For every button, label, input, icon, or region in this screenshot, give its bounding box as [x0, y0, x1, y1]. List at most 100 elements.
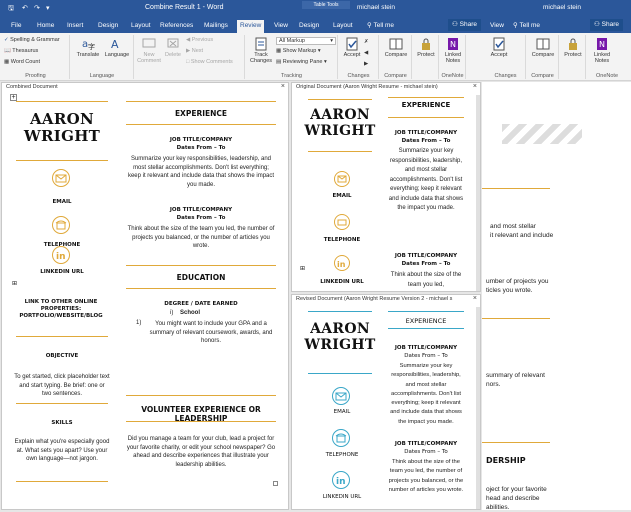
tab-table-layout[interactable]: Layout: [330, 20, 356, 33]
changes-right-group-label: Changes: [494, 73, 517, 79]
original-scrollbar[interactable]: [476, 95, 480, 291]
markup-dropdown[interactable]: All Markup ▾: [276, 37, 336, 45]
background-pattern: [502, 124, 582, 144]
background-text-1: and most stellar it relevant and include: [490, 223, 554, 239]
table-move-handle-icon[interactable]: +: [10, 94, 17, 101]
original-name: AARON WRIGHT: [302, 107, 378, 139]
original-job1-title: JOB TITLE/COMPANY: [394, 130, 458, 136]
revised-last-name: WRIGHT: [304, 337, 376, 353]
combined-edu-bottom-rule: [126, 288, 276, 289]
compare-icon: [389, 38, 403, 50]
revised-job1-text[interactable]: Summarize your key responsibilities, lea…: [388, 362, 464, 427]
tell-me-right[interactable]: ⚲ Tell me: [510, 20, 543, 33]
original-plus-icon[interactable]: ⊞: [300, 265, 305, 272]
translate-button[interactable]: a字 Translate: [74, 37, 102, 58]
word-count-button[interactable]: ▦ Word Count: [4, 59, 40, 65]
customize-qat-icon[interactable]: ▾: [46, 4, 50, 12]
reviewing-pane-button[interactable]: ▤ Reviewing Pane ▾: [276, 59, 327, 65]
combined-volunteer-text[interactable]: Did you manage a team for your club, lea…: [126, 435, 276, 469]
group-onenote-right: N Linked Notes OneNote: [587, 35, 627, 79]
original-document-pane[interactable]: Original Document (Aaron Wright Resume -…: [291, 82, 481, 292]
group-protect-right: Protect: [560, 35, 586, 79]
delete-comment-label: Delete: [165, 52, 181, 58]
revised-first-name: AARON: [310, 321, 370, 337]
combined-pane-title: Combined Document: [6, 84, 58, 90]
table-resize-handle[interactable]: [273, 481, 278, 486]
linked-notes-right-label: Linked Notes: [593, 52, 611, 64]
tab-mailings[interactable]: Mailings: [201, 20, 231, 33]
user-name[interactable]: michael stein: [357, 4, 395, 11]
email-icon: [52, 169, 70, 187]
tab-view[interactable]: View: [271, 20, 291, 33]
next-comment-button[interactable]: ▶ Next: [186, 48, 203, 54]
thesaurus-button[interactable]: 📖 Thesaurus: [4, 48, 38, 54]
original-job1-text[interactable]: Summarize your key responsibilities, lea…: [388, 147, 464, 214]
combined-document-pane[interactable]: Combined Document × + AARON WRIGHT EMAIL T…: [1, 82, 289, 510]
protect-button-right[interactable]: Protect: [561, 37, 585, 58]
compare-button-right[interactable]: Compare: [529, 37, 557, 58]
original-job2-text[interactable]: Think about the size of the team you led…: [388, 271, 464, 290]
tab-review[interactable]: Review: [237, 20, 265, 33]
original-close-icon[interactable]: ×: [473, 83, 477, 90]
compare-button[interactable]: Compare: [382, 37, 410, 58]
group-language: a字 Translate A Language Language: [71, 35, 134, 79]
tab-design[interactable]: Design: [95, 20, 121, 33]
combined-exp-top-rule: [126, 101, 276, 102]
linked-notes-button-right[interactable]: N Linked Notes: [589, 37, 615, 64]
spelling-grammar-button[interactable]: ✓ Spelling & Grammar: [4, 37, 60, 43]
share-button-right[interactable]: ⚇ Share: [590, 19, 623, 31]
share-button[interactable]: ⚇ Share: [448, 19, 481, 31]
revised-job2-text[interactable]: Think about the size of the team you led…: [388, 458, 464, 495]
revised-job2-dates: Dates From – To: [404, 449, 448, 455]
combined-skills-text[interactable]: Explain what you're especially good at. …: [14, 438, 110, 464]
linked-notes-button[interactable]: N Linked Notes: [441, 37, 465, 64]
show-comments-button[interactable]: □ Show Comments: [186, 59, 233, 65]
protect-button[interactable]: Protect: [414, 37, 438, 58]
language-button[interactable]: A Language: [102, 37, 132, 58]
combined-gpa-text[interactable]: You might want to include your GPA and a…: [146, 320, 276, 346]
revised-name: AARON WRIGHT: [302, 321, 378, 353]
tab-table-design[interactable]: Design: [296, 20, 322, 33]
tab-layout[interactable]: Layout: [128, 20, 154, 33]
previous-comment-button[interactable]: ◀ Previous: [186, 37, 213, 43]
combined-job2-text[interactable]: Think about the size of the team you led…: [126, 225, 276, 251]
revised-document-pane[interactable]: Revised Document (Aaron Wright Resume Ve…: [291, 294, 481, 510]
title-bar: 🖫 ↶ ↷ ▾ Combine Result 1 - Word Table To…: [0, 0, 631, 18]
onenote-icon: N: [448, 38, 458, 50]
redo-icon[interactable]: ↷: [34, 4, 40, 12]
combined-job1-text[interactable]: Summarize your key responsibilities, lea…: [126, 155, 276, 189]
original-telephone-icon: [334, 214, 350, 230]
save-icon[interactable]: 🖫: [8, 4, 14, 15]
close-icon[interactable]: ×: [281, 83, 285, 90]
tab-references[interactable]: References: [157, 20, 196, 33]
ribbon: ✓ Spelling & Grammar 📖 Thesaurus ▦ Word …: [0, 33, 631, 81]
accept-button-right[interactable]: Accept: [488, 37, 510, 58]
tab-file[interactable]: File: [8, 20, 24, 33]
tab-view-right[interactable]: View: [487, 20, 507, 33]
next-change-icon[interactable]: ▶: [364, 61, 368, 67]
delete-comment-button[interactable]: Delete: [162, 37, 184, 58]
plus-icon[interactable]: ⊞: [12, 280, 17, 287]
user-name-right[interactable]: michael stein: [543, 4, 581, 11]
background-text-3: summary of relevant nors.: [486, 372, 545, 388]
tell-me-search[interactable]: ⚲ Tell me: [364, 20, 397, 33]
group-compare: Compare Compare: [380, 35, 412, 79]
combined-divider-3: [16, 481, 108, 482]
translate-label: Translate: [76, 52, 100, 58]
share-label: Share: [459, 21, 477, 28]
accept-button[interactable]: Accept: [341, 37, 363, 58]
combined-objective-text[interactable]: To get started, click placeholder text a…: [14, 373, 110, 399]
tab-home[interactable]: Home: [34, 20, 57, 33]
original-name-top-rule: [308, 99, 372, 100]
show-markup-button[interactable]: ▦ Show Markup ▾: [276, 48, 321, 54]
reject-icon[interactable]: ✗: [364, 39, 369, 45]
track-changes-button[interactable]: Track Changes: [248, 37, 274, 64]
undo-icon[interactable]: ↶: [22, 4, 28, 12]
revised-scrollbar[interactable]: [476, 307, 480, 509]
new-comment-button[interactable]: New Comment: [137, 37, 161, 64]
tab-insert[interactable]: Insert: [64, 20, 86, 33]
original-pane-title: Original Document (Aaron Wright Resume -…: [296, 84, 438, 90]
combined-vol-top-rule: [126, 395, 276, 396]
revised-close-icon[interactable]: ×: [473, 295, 477, 302]
previous-change-icon[interactable]: ◀: [364, 50, 368, 56]
